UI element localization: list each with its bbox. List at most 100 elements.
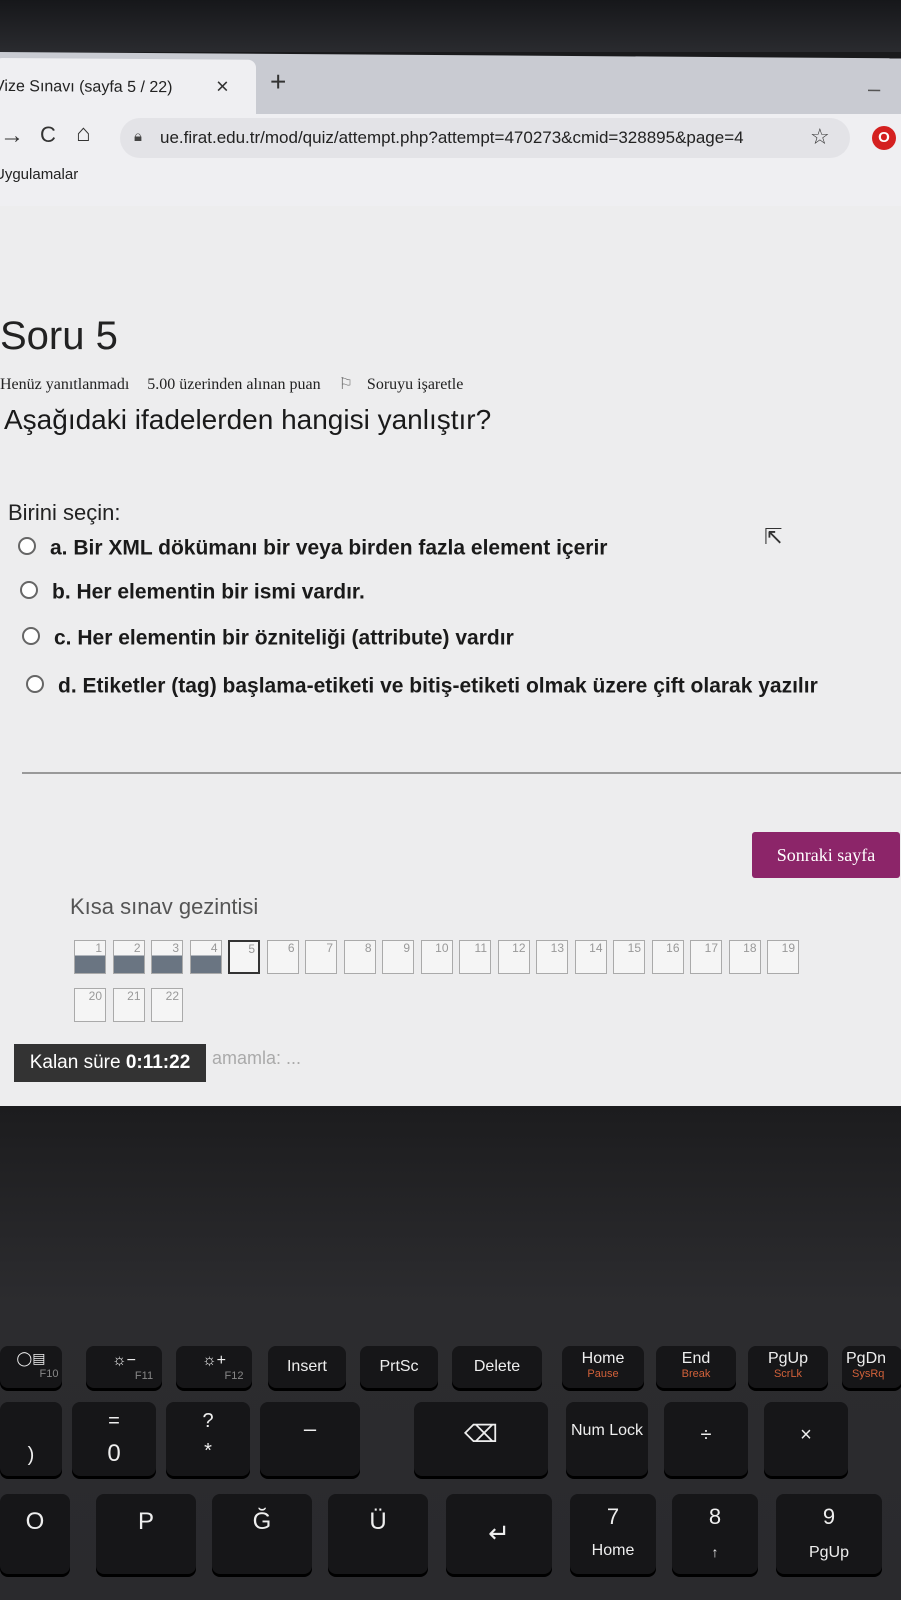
radio-button[interactable] [22,627,40,646]
new-tab-icon[interactable]: + [270,66,286,98]
quiz-nav-number: 19 [781,941,795,955]
numpad-eight-key[interactable]: 8 ↑ [672,1494,758,1574]
option-b[interactable]: b. Her elementin bir ismi vardır. [20,580,365,604]
quiz-nav-button[interactable]: 20 [74,988,106,1022]
option-a[interactable]: a. Bir XML dökümanı bir veya birden fazl… [18,536,607,560]
mouse-cursor-icon: ⇱ [764,524,783,549]
quiz-nav-button[interactable]: 16 [651,940,684,974]
option-d[interactable]: d. Etiketler (tag) başlama-etiketi ve bi… [26,674,818,698]
insert-key[interactable]: Insert [268,1346,346,1388]
quiz-nav-button[interactable]: 10 [420,940,453,974]
quiz-nav-button[interactable]: 22 [151,988,183,1022]
radio-button[interactable] [20,581,38,600]
home-key[interactable]: Home Pause [562,1346,644,1388]
nine-key[interactable]: ) [0,1402,62,1476]
star-key[interactable]: ? * [166,1402,250,1476]
extension-icon[interactable]: O [872,126,896,150]
quiz-nav-number: 5 [248,942,255,956]
u-umlaut-key[interactable]: Ü [328,1494,428,1574]
f11-key[interactable]: ☼− F11 [86,1346,162,1388]
o-key[interactable]: O [0,1494,70,1574]
quiz-nav-button[interactable]: 12 [497,940,530,974]
home-icon[interactable]: ⌂ [76,120,91,148]
radio-button[interactable] [26,675,44,694]
dash-key[interactable]: – [260,1402,360,1476]
num-lock-key[interactable]: Num Lock [566,1402,648,1476]
g-breve-key[interactable]: Ğ [212,1494,312,1574]
bookmark-star-icon[interactable]: ☆ [810,124,830,150]
url-text: ue.firat.edu.tr/mod/quiz/attempt.php?att… [160,128,744,147]
quiz-nav-button[interactable]: 5 [228,940,260,974]
delete-key[interactable]: Delete [452,1346,542,1388]
multiply-key[interactable]: × [764,1402,848,1476]
key-label: End [681,1350,711,1367]
flag-question[interactable]: ⚐ Soruyu işaretle [339,376,478,393]
quiz-nav-button[interactable]: 7 [305,940,337,974]
pgup-key[interactable]: PgUp ScrLk [748,1346,828,1388]
numpad-nine-key[interactable]: 9 PgUp [776,1494,882,1574]
quiz-nav-button[interactable]: 8 [343,940,376,974]
apps-bookmark[interactable]: Uygulamalar [0,166,78,183]
f10-key[interactable]: ◯▤ F10 [0,1346,62,1388]
quiz-nav-number: 7 [326,941,333,955]
quiz-nav-number: 3 [172,941,179,955]
key-label: ÷ [700,1424,712,1446]
quiz-nav-number: 4 [210,941,218,955]
enter-key[interactable]: ↵ [446,1494,552,1574]
finish-attempt-link[interactable]: amamla: ... [212,1048,301,1069]
divide-key[interactable]: ÷ [664,1402,748,1476]
end-key[interactable]: End Break [656,1346,736,1388]
browser-tab[interactable]: Vize Sınavı (sayfa 5 / 22) × [0,57,256,116]
quiz-nav-number: 21 [127,989,141,1003]
quiz-nav-button[interactable]: 14 [574,940,607,974]
reload-icon[interactable]: C [40,122,56,148]
key-label: 7 [606,1504,620,1529]
quiz-nav-button[interactable]: 9 [382,940,414,974]
backspace-icon: ⌫ [464,1421,498,1448]
key-label: Ğ [252,1508,272,1535]
key-label: P [137,1508,154,1535]
address-bar[interactable]: 🔒︎ ue.firat.edu.tr/mod/quiz/attempt.php?… [120,118,850,158]
quiz-nav-button[interactable]: 19 [767,940,799,974]
option-c[interactable]: c. Her elementin bir özniteliği (attribu… [22,626,514,650]
zero-key[interactable]: = 0 [72,1402,156,1476]
minimize-icon[interactable]: – [868,76,880,102]
quiz-nav-number: 10 [435,941,449,955]
quiz-nav-number: 15 [627,941,641,955]
pgdn-key[interactable]: PgDn SysRq [842,1346,901,1388]
quiz-nav-button[interactable]: 13 [536,940,568,974]
key-label: ) [27,1444,35,1466]
quiz-nav-button[interactable]: 11 [459,940,491,974]
quiz-nav-button[interactable]: 6 [266,940,299,974]
quiz-nav-button[interactable]: 1 [74,940,106,974]
quiz-nav-button[interactable]: 3 [151,940,183,974]
key-label: Insert [286,1358,327,1375]
browser-toolbar: → C ⌂ 🔒︎ ue.firat.edu.tr/mod/quiz/attemp… [0,114,901,162]
key-sublabel: Home [591,1542,635,1559]
back-arrow-icon[interactable]: → [0,122,24,150]
option-label: b. Her elementin bir ismi vardır. [52,580,365,604]
quiz-nav-number: 14 [589,941,603,955]
radio-button[interactable] [18,537,36,556]
up-arrow-icon: ↑ [711,1544,719,1560]
quiz-nav-button[interactable]: 2 [112,940,145,974]
question-marks: 5.00 üzerinden alınan puan [147,376,321,393]
numpad-seven-key[interactable]: 7 Home [570,1494,656,1574]
quiz-nav-button[interactable]: 18 [728,940,761,974]
quiz-nav-button[interactable]: 17 [690,940,722,974]
f12-key[interactable]: ☼+ F12 [176,1346,252,1388]
quiz-nav-button[interactable]: 21 [112,988,145,1022]
key-label: O [25,1508,45,1535]
quiz-nav-button[interactable]: 15 [613,940,645,974]
quiz-navigation-title: Kısa sınav gezintisi [70,894,259,919]
quiz-nav-number: 8 [364,941,372,955]
quiz-nav-button[interactable]: 4 [189,940,222,974]
flag-label: Soruyu işaretle [366,376,464,393]
backspace-key[interactable]: ⌫ [414,1402,548,1476]
key-label: PgDn [846,1350,887,1367]
next-page-button[interactable]: Sonraki sayfa [752,832,900,878]
p-key[interactable]: P [96,1494,196,1574]
prtsc-key[interactable]: PrtSc [360,1346,438,1388]
tab-close-icon[interactable]: × [216,74,229,100]
option-label: a. Bir XML dökümanı bir veya birden fazl… [50,536,608,560]
